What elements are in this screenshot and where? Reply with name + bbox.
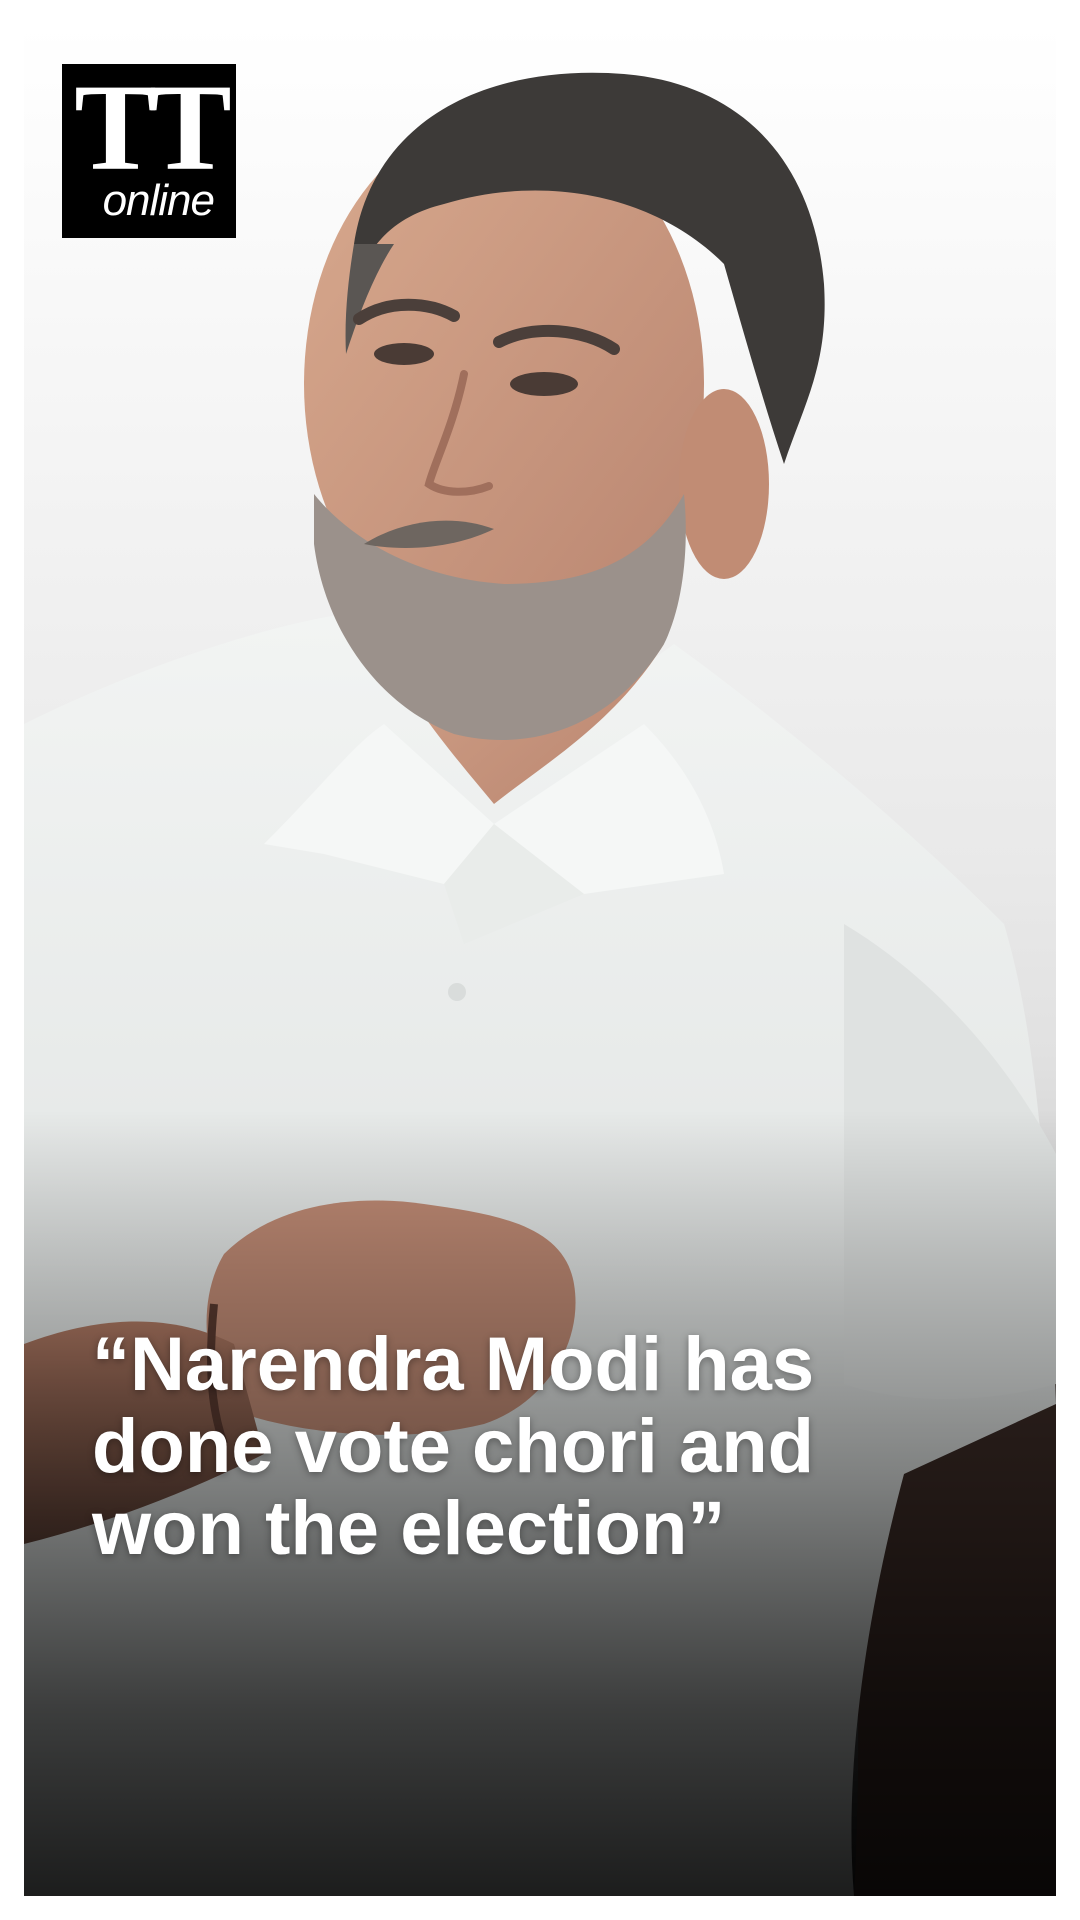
- quote-line-2: done vote chori and: [92, 1404, 815, 1489]
- quote-line-1: “Narendra Modi has: [92, 1322, 815, 1407]
- logo-mark: TT: [74, 59, 231, 196]
- quote-text: “Narendra Modi has done vote chori and w…: [92, 1324, 992, 1570]
- quote-line-3: won the election”: [92, 1486, 726, 1571]
- bottom-shade: [24, 24, 1056, 1896]
- post-frame: TT online “Narendra Modi has done vote c…: [24, 24, 1056, 1896]
- logo-sub: online: [102, 176, 215, 225]
- tt-online-logo: TT online: [62, 64, 236, 238]
